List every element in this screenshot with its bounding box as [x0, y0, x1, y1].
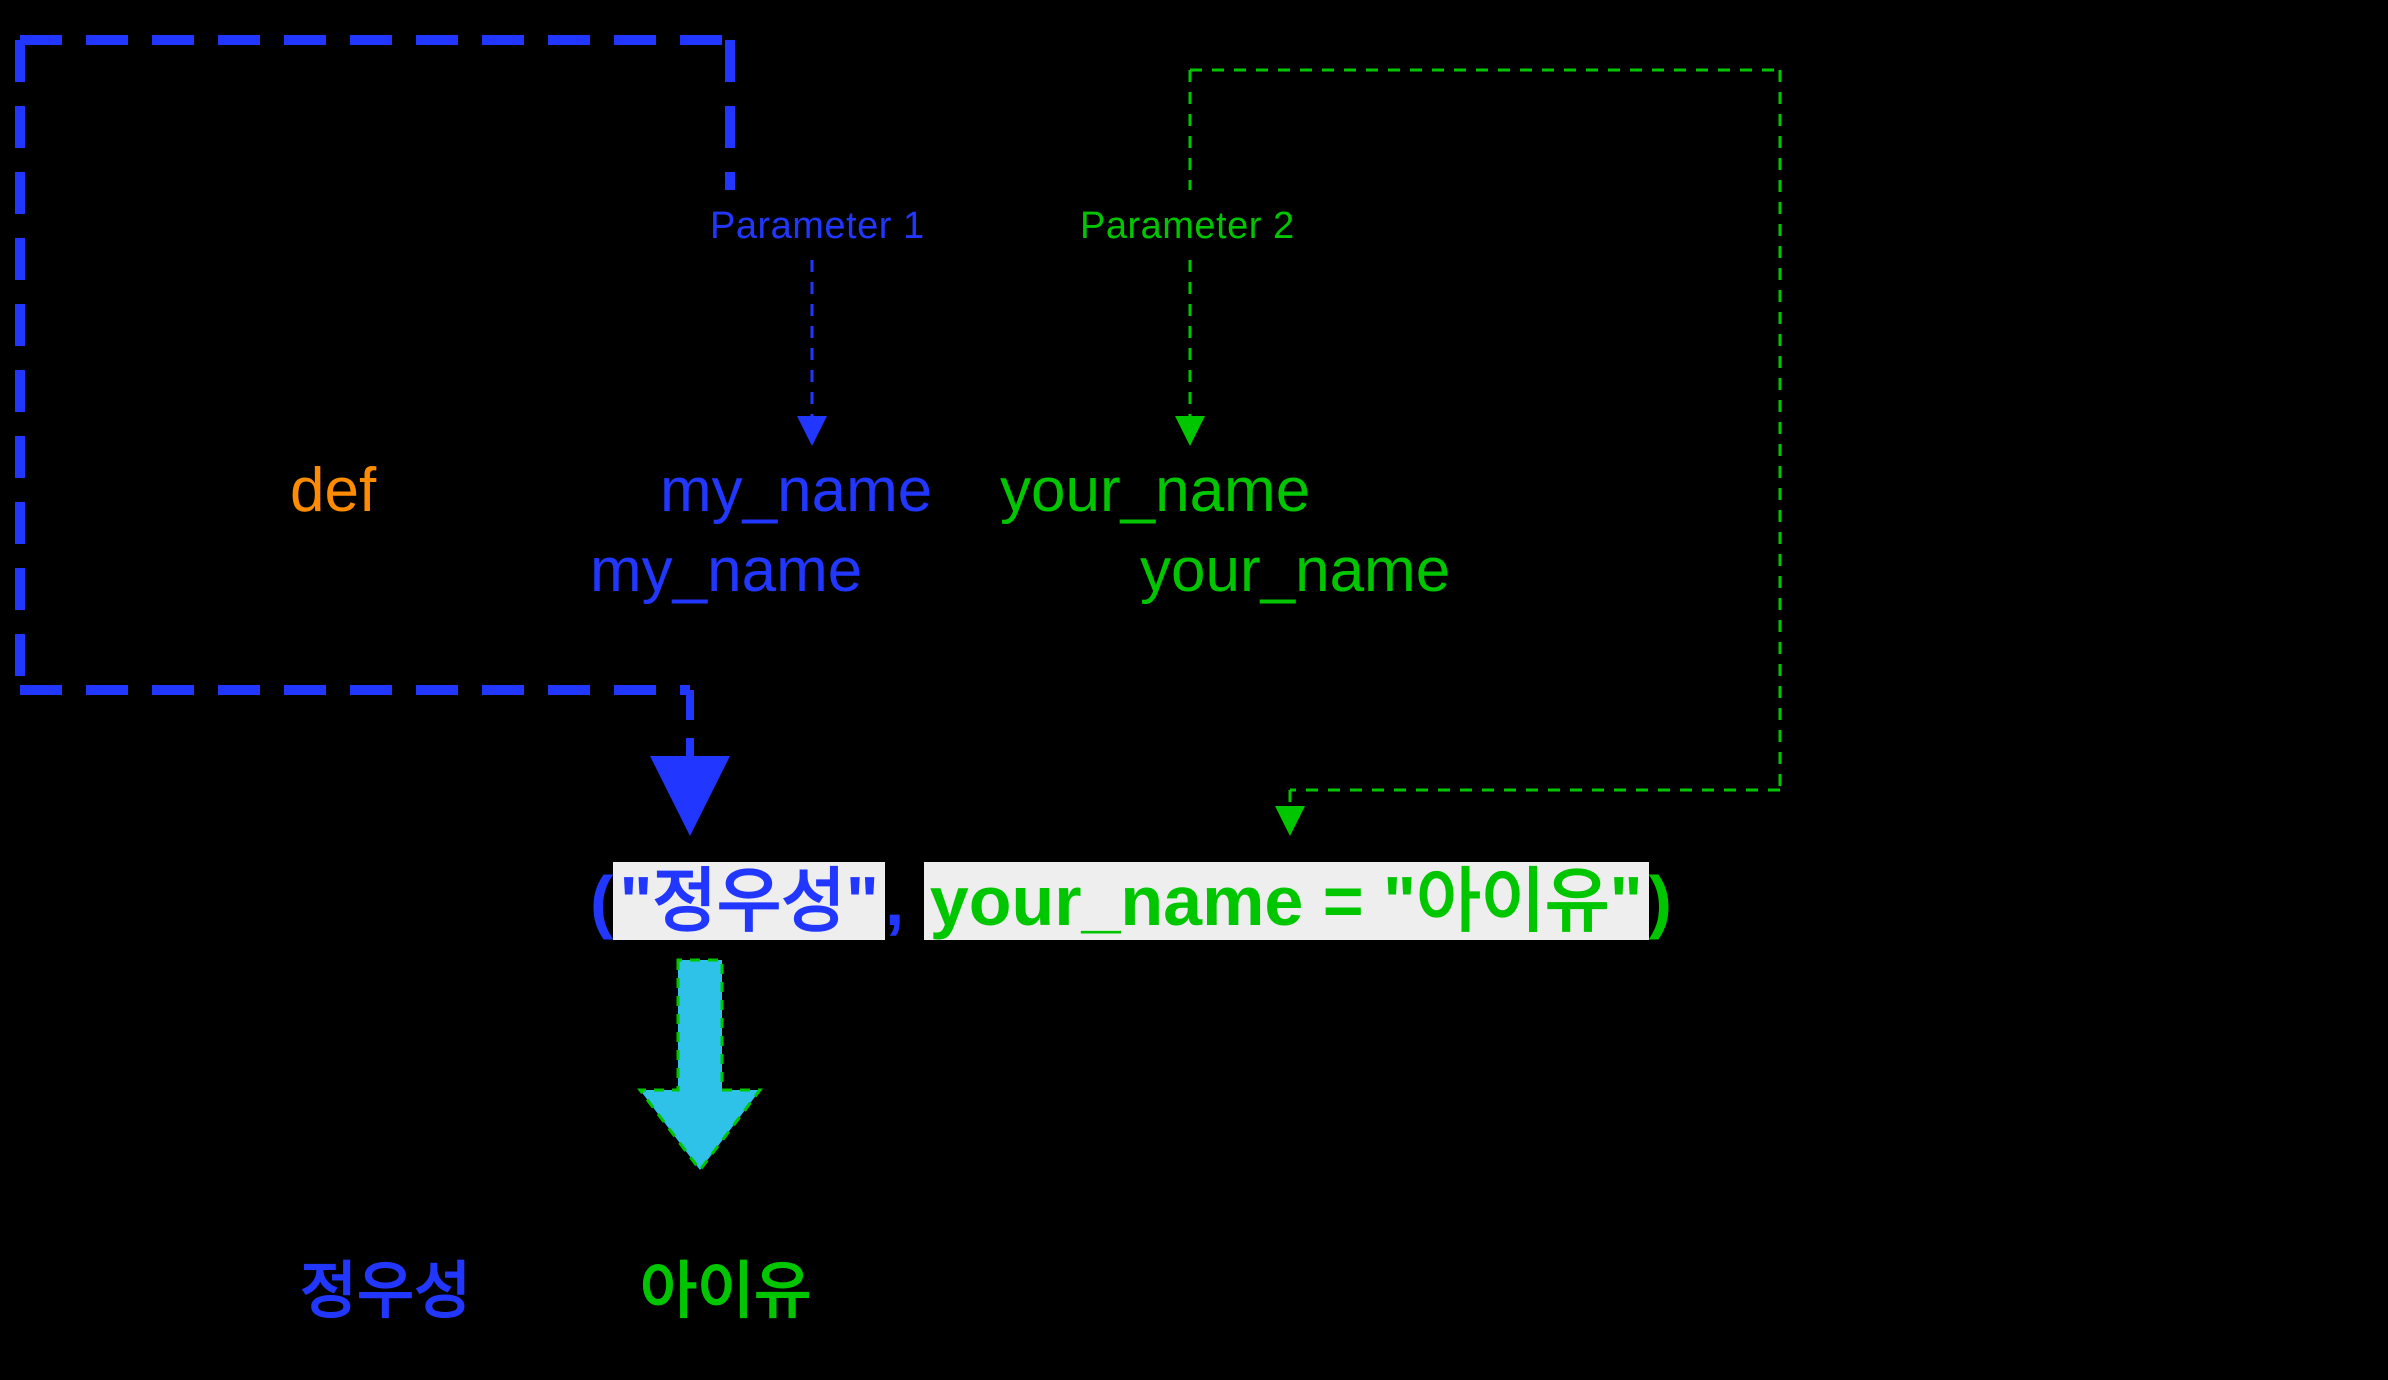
- body-my-name: my_name: [590, 535, 862, 606]
- def-keyword: def: [290, 455, 376, 526]
- diagram-stage: Parameter 1 Parameter 2 def my_name your…: [0, 0, 2388, 1380]
- big-down-arrow-icon: [640, 960, 760, 1170]
- call-line: ("정우성", your_name = "아이유"): [590, 845, 1672, 946]
- output-right: 아이유: [640, 1240, 811, 1330]
- output-left: 정우성: [300, 1240, 471, 1330]
- call-arg1: "정우성": [613, 862, 885, 940]
- body-your-name: your_name: [1140, 535, 1450, 606]
- param2-label: Parameter 2: [1080, 205, 1295, 248]
- call-close-paren: ): [1649, 862, 1672, 940]
- call-arg2: your_name = "아이유": [924, 862, 1649, 940]
- param1-label: Parameter 1: [710, 205, 925, 248]
- signature-my-name: my_name: [660, 455, 932, 526]
- call-comma: ,: [885, 862, 924, 940]
- call-open-paren: (: [590, 862, 613, 940]
- signature-your-name: your_name: [1000, 455, 1310, 526]
